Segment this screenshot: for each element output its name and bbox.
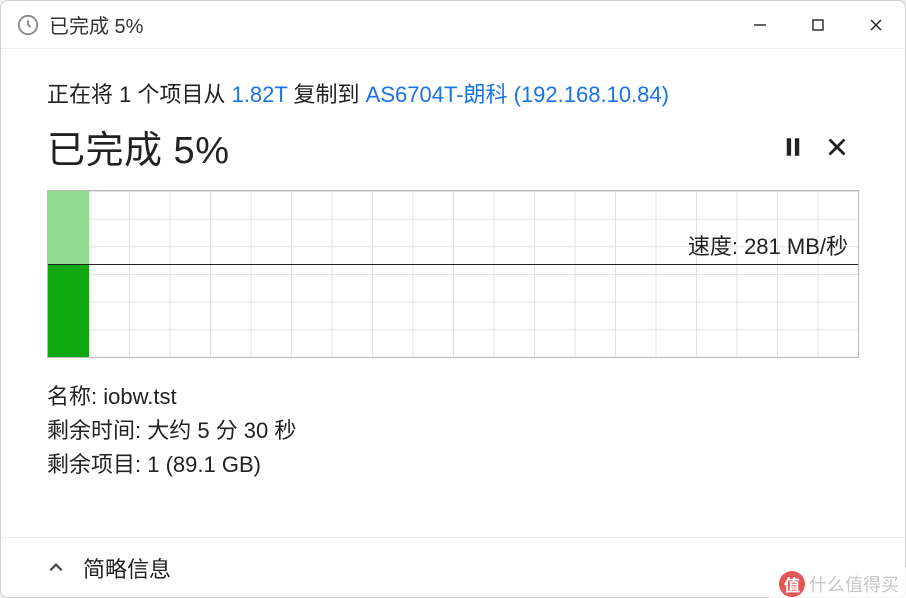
chart-speed-line	[48, 264, 858, 265]
window-controls	[731, 1, 905, 48]
details: 名称: iobw.tst 剩余时间: 大约 5 分 30 秒 剩余项目: 1 (…	[47, 380, 859, 482]
chevron-up-icon	[47, 559, 65, 577]
detail-name-label: 名称:	[47, 384, 103, 409]
copy-dialog-window: 已完成 5% 正在将 1 个项目从 1.82T 复制到 AS6704T-朗科 (…	[0, 0, 906, 598]
dialog-body: 正在将 1 个项目从 1.82T 复制到 AS6704T-朗科 (192.168…	[1, 49, 905, 537]
watermark-badge: 值	[779, 571, 805, 597]
copy-mid: 复制到	[287, 82, 365, 107]
speed-label: 速度: 281 MB/秒	[688, 229, 848, 261]
detail-items-label: 剩余项目:	[47, 452, 147, 477]
detail-items: 剩余项目: 1 (89.1 GB)	[47, 448, 859, 482]
minimize-button[interactable]	[731, 1, 789, 48]
copy-description: 正在将 1 个项目从 1.82T 复制到 AS6704T-朗科 (192.168…	[47, 77, 859, 109]
dest-link[interactable]: AS6704T-朗科 (192.168.10.84)	[366, 82, 669, 107]
close-button[interactable]	[847, 1, 905, 48]
detail-name-value: iobw.tst	[103, 384, 176, 409]
heading-row: 已完成 5%	[47, 119, 859, 174]
speed-chart: 速度: 281 MB/秒	[47, 190, 859, 358]
pause-button[interactable]	[771, 125, 815, 169]
source-link[interactable]: 1.82T	[232, 82, 288, 107]
watermark-text: 什么值得买	[809, 571, 899, 597]
titlebar: 已完成 5%	[1, 1, 905, 49]
progress-heading: 已完成 5%	[47, 119, 771, 174]
detail-time-label: 剩余时间:	[47, 418, 147, 443]
cancel-button[interactable]	[815, 125, 859, 169]
chart-grid	[48, 191, 858, 357]
detail-items-value: 1 (89.1 GB)	[147, 452, 261, 477]
watermark: 值 什么值得买	[769, 567, 906, 598]
window-title: 已完成 5%	[49, 10, 731, 39]
detail-time: 剩余时间: 大约 5 分 30 秒	[47, 414, 859, 448]
toggle-label: 简略信息	[83, 552, 171, 584]
detail-time-value: 大约 5 分 30 秒	[147, 418, 296, 443]
chart-speed-fill	[48, 264, 89, 357]
maximize-button[interactable]	[789, 1, 847, 48]
clock-icon	[17, 14, 39, 36]
copy-prefix: 正在将 1 个项目从	[47, 82, 232, 107]
detail-name: 名称: iobw.tst	[47, 380, 859, 414]
